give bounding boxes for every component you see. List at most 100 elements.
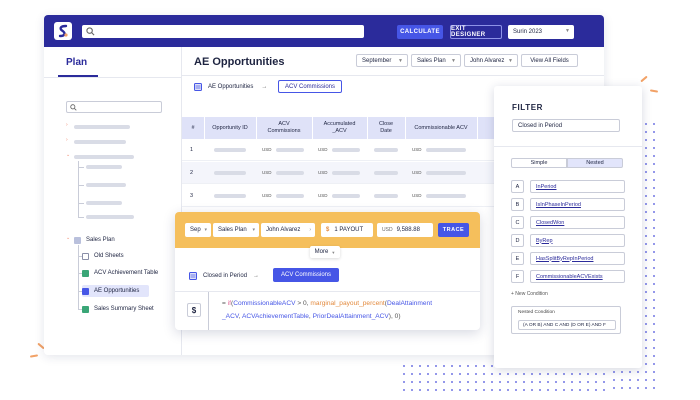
column-header-acv-commissions[interactable]: ACV Commissions xyxy=(256,117,312,139)
chevron-down-icon[interactable]: ⌄ xyxy=(66,235,70,241)
breadcrumb-source[interactable]: AE Opportunities xyxy=(208,84,253,90)
chevron-down-icon: ▼ xyxy=(398,58,403,64)
payout-selector[interactable]: $ 1 PAYOUT xyxy=(321,223,373,237)
formula-month-select[interactable]: Sep ▾ xyxy=(185,223,211,237)
month-select[interactable]: September ▼ xyxy=(356,54,408,67)
code-token: marginal_payout_percent xyxy=(310,300,385,307)
sheet-icon xyxy=(194,82,202,91)
column-header-opportunity-id[interactable]: Opportunity ID xyxy=(204,117,256,139)
placeholder-item xyxy=(74,140,126,144)
placeholder-cell xyxy=(214,148,246,152)
sidebar-item-label: Old Sheets xyxy=(94,253,124,259)
column-header-accumulated-acv[interactable]: Accumulated _ACV xyxy=(312,117,367,139)
sidebar-item-label: Sales Summary Sheet xyxy=(94,306,154,312)
exit-designer-button[interactable]: EXIT DESIGNER xyxy=(450,25,502,39)
sidebar-item-sales-summary-sheet[interactable]: Sales Summary Sheet xyxy=(82,303,154,315)
formula-plan-value: Sales Plan xyxy=(218,227,247,233)
sidebar-item-old-sheets[interactable]: Old Sheets xyxy=(82,250,124,262)
new-condition-button[interactable]: + New Condition xyxy=(511,291,548,297)
sidebar-item-sales-plan[interactable]: Sales Plan xyxy=(74,234,115,246)
formula-month-value: Sep xyxy=(190,227,201,233)
calculate-button[interactable]: CALCULATE xyxy=(397,25,443,39)
formula-plan-select[interactable]: Sales Plan ▾ xyxy=(213,223,259,237)
placeholder-cell xyxy=(374,171,398,175)
condition-link[interactable]: CommissionableACVExists xyxy=(530,270,625,283)
table-row[interactable]: 3 USD USD USD xyxy=(182,185,538,207)
formula-code-line-2[interactable]: _ACV, ACVAchievementTable, PriorDealAtta… xyxy=(222,313,401,320)
more-label: More xyxy=(314,249,329,255)
condition-letter: D xyxy=(511,234,524,247)
code-token: > 0, xyxy=(295,300,311,307)
condition-link[interactable]: InPeriod xyxy=(530,180,625,193)
chevron-right-icon[interactable]: › xyxy=(66,137,68,143)
table-icon xyxy=(82,305,89,313)
user-select[interactable]: Surin 2023 ▼ xyxy=(508,25,574,39)
placeholder-cell xyxy=(332,194,360,198)
placeholder-cell xyxy=(214,194,246,198)
row-number: 1 xyxy=(190,147,194,153)
plan-select[interactable]: Sales Plan ▼ xyxy=(411,54,461,67)
currency-label: USD xyxy=(318,193,328,198)
more-button[interactable]: More ▼ xyxy=(310,246,340,258)
acv-commissions-chip[interactable]: ACV Commissions xyxy=(273,268,339,282)
arrow-right-icon: → xyxy=(261,83,268,90)
app-logo-icon xyxy=(54,22,72,40)
user-select-value: Surin 2023 xyxy=(513,29,543,35)
table-row[interactable]: 2 USD USD USD xyxy=(182,162,538,184)
table-row[interactable]: 1 USD USD USD xyxy=(182,139,538,161)
chevron-right-icon[interactable]: › xyxy=(66,122,68,128)
dollar-icon: $ xyxy=(187,303,201,317)
condition-letter: E xyxy=(511,252,524,265)
placeholder-cell xyxy=(426,148,466,152)
decorative-spark xyxy=(29,354,39,358)
condition-link[interactable]: IsInPhaseInPeriod xyxy=(530,198,625,211)
currency-label: USD xyxy=(318,170,328,175)
tree-connector xyxy=(78,245,79,309)
breadcrumb: AE Opportunities → xyxy=(194,80,267,93)
currency-label: USD xyxy=(412,193,422,198)
sidebar-item-label: AE Opportunities xyxy=(94,288,140,294)
breadcrumb-target[interactable]: ACV Commissions xyxy=(278,80,342,93)
view-all-fields-button[interactable]: View All Fields xyxy=(521,54,578,67)
placeholder-item xyxy=(74,125,130,129)
condition-letter: C xyxy=(511,216,524,229)
mode-simple-toggle[interactable]: Simple xyxy=(511,158,567,168)
sidebar-item-ae-opportunities[interactable]: AE Opportunities xyxy=(82,285,150,297)
nested-condition-input[interactable]: (A OR B) AND C AND (D OR E) AND F xyxy=(518,320,616,330)
global-search-input[interactable] xyxy=(82,25,364,38)
page-title: AE Opportunities xyxy=(194,56,285,68)
person-select-value: John Alvarez xyxy=(470,57,505,64)
month-select-value: September xyxy=(362,57,392,64)
column-header-commissionable-acv[interactable]: Commissionable ACV xyxy=(405,117,477,139)
amount-value: 9,588.88 xyxy=(396,227,420,233)
mode-nested-toggle[interactable]: Nested xyxy=(567,158,623,168)
row-number: 2 xyxy=(190,170,194,176)
tree-connector xyxy=(78,185,84,186)
trace-button[interactable]: TRACE xyxy=(438,223,469,237)
search-icon xyxy=(86,27,95,36)
active-tab-underline xyxy=(58,75,98,77)
placeholder-cell xyxy=(214,171,246,175)
placeholder-cell xyxy=(426,194,466,198)
condition-link[interactable]: HasSplitByRepInPeriod xyxy=(530,252,625,265)
condition-link[interactable]: ClosedWon xyxy=(530,216,625,229)
sidebar-search-input[interactable] xyxy=(66,101,162,113)
person-select[interactable]: John Alvarez ▼ xyxy=(464,54,518,67)
context-filter-label[interactable]: Closed in Period xyxy=(203,273,247,279)
decorative-spark xyxy=(640,75,648,83)
sidebar-item-acv-achievement-table[interactable]: ACV Achievement Table xyxy=(82,267,158,279)
sheet-icon xyxy=(189,272,197,280)
plan-sidebar: Plan › › ⌄ ⌄ Sales Plan Old Sheets ACV A… xyxy=(44,47,182,355)
column-header-number[interactable]: # xyxy=(182,117,204,139)
filter-name-input[interactable]: Closed in Period xyxy=(512,119,620,132)
chevron-down-icon[interactable]: ⌄ xyxy=(66,152,70,158)
formula-person-select[interactable]: John Alvarez › xyxy=(261,223,315,237)
currency-label: USD xyxy=(412,170,422,175)
sidebar-item-label: Sales Plan xyxy=(86,237,115,243)
currency-label: USD xyxy=(382,227,393,233)
placeholder-cell xyxy=(276,171,304,175)
formula-code-line-1[interactable]: = if(CommissionableACV > 0, marginal_pay… xyxy=(222,300,432,307)
column-header-close-date[interactable]: Close Date xyxy=(367,117,405,139)
condition-link[interactable]: ByRep xyxy=(530,234,625,247)
filter-title: FILTER xyxy=(512,103,544,112)
